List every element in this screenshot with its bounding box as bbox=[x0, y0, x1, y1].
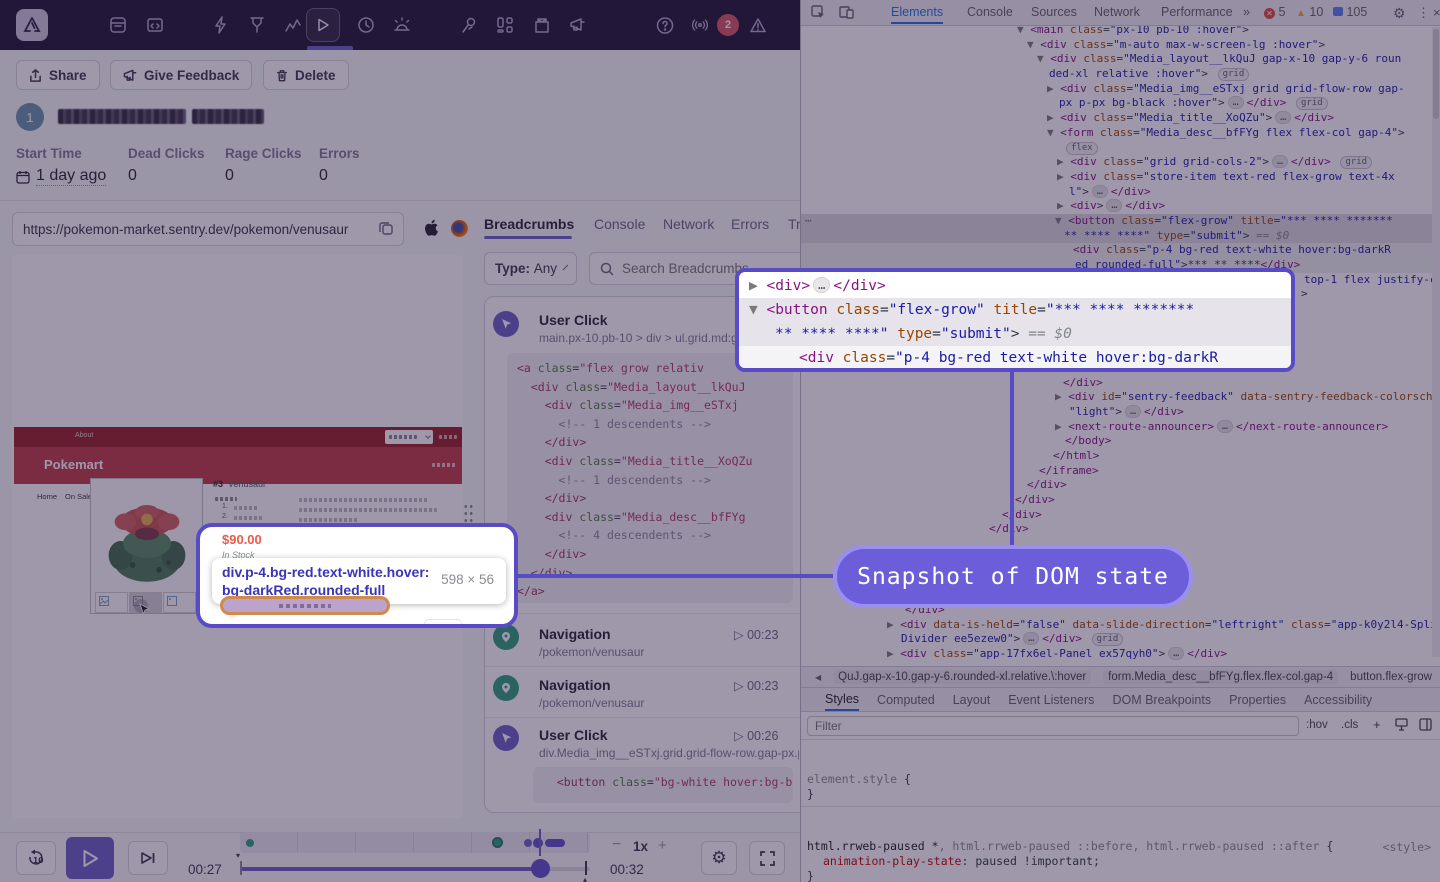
snapshot-annotation-pill: Snapshot of DOM state bbox=[833, 545, 1193, 608]
code-line: ** **** ****" type="submit"> == $0 bbox=[739, 322, 1291, 346]
highlighted-add-to-cart-button[interactable] bbox=[220, 596, 390, 615]
expand-ellipsis-icon[interactable]: … bbox=[813, 277, 830, 293]
inspected-selector: div.p-4.bg-red.text-white.hover:bg-darkR… bbox=[222, 563, 430, 599]
product-price: $90.00 bbox=[222, 532, 262, 547]
dom-snippet-callout: ▶ <div>…</div>▼ <button class="flex-grow… bbox=[735, 268, 1295, 372]
code-line: <div class="p-4 bg-red text-white hover:… bbox=[739, 346, 1291, 370]
code-line: ▼ <button class="flex-grow" title="*** *… bbox=[739, 298, 1291, 322]
screenshot-stage: 2 Share Give Feedback Delete 1 Start Tim… bbox=[0, 0, 1440, 882]
connector-line-horizontal bbox=[518, 574, 833, 578]
dim-overlay bbox=[0, 0, 1440, 882]
annotation-label: Snapshot of DOM state bbox=[857, 564, 1169, 590]
connector-line-vertical bbox=[1010, 370, 1014, 549]
inspected-dimensions: 598 × 56 bbox=[441, 572, 494, 587]
code-line: ▶ <div>…</div> bbox=[739, 274, 1291, 298]
replay-inspect-callout: $90.00 In Stock div.p-4.bg-red.text-whit… bbox=[196, 523, 518, 628]
site-small-button bbox=[424, 619, 462, 628]
masked-dots: ··· bbox=[240, 585, 251, 594]
